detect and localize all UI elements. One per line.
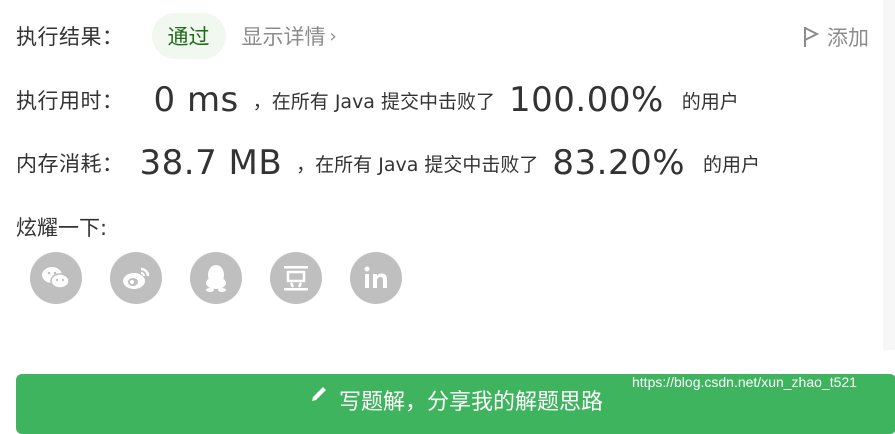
share-douban-button[interactable] (270, 252, 322, 304)
memory-value: 38.7 MB (139, 143, 283, 183)
status-badge: 通过 (151, 13, 226, 59)
memory-percent: 83.20% (552, 143, 686, 183)
runtime-label: 执行用时： (16, 89, 124, 113)
memory-suffix: 的用户 (703, 153, 761, 176)
share-icons (30, 252, 402, 304)
result-label: 执行结果： (16, 25, 124, 49)
flag-icon (804, 27, 819, 47)
write-solution-label: 写题解，分享我的解题思路 (338, 390, 603, 415)
add-note-button[interactable]: 添加 (803, 22, 869, 52)
pencil-icon (311, 387, 326, 401)
weibo-icon (123, 267, 150, 289)
share-linkedin-button[interactable] (350, 252, 402, 304)
share-row: 炫耀一下: (16, 212, 107, 242)
share-wechat-button[interactable] (30, 252, 82, 304)
share-label: 炫耀一下: (16, 216, 108, 240)
runtime-percent: 100.00% (509, 80, 664, 120)
douban-icon (284, 266, 308, 291)
qq-icon (206, 265, 226, 292)
wechat-icon (42, 267, 70, 289)
memory-row: 内存消耗： 38.7 MB ，在所有 Java 提交中击败了 83.20% 的用… (16, 143, 760, 183)
share-weibo-button[interactable] (110, 252, 162, 304)
chevron-right-icon: › (329, 25, 337, 47)
add-note-label: 添加 (827, 26, 869, 50)
show-details-link[interactable]: 显示详情 › (242, 21, 337, 51)
linkedin-icon (364, 266, 387, 288)
watermark-text: https://blog.csdn.net/xun_zhao_t521 (632, 374, 857, 390)
runtime-value: 0 ms (153, 80, 239, 120)
scrollbar-track[interactable] (883, 0, 895, 350)
show-details-label: 显示详情 (241, 25, 326, 49)
memory-prefix: ，在所有 Java 提交中击败了 (296, 153, 539, 176)
runtime-suffix: 的用户 (681, 90, 739, 113)
memory-label: 内存消耗： (16, 152, 124, 176)
runtime-row: 执行用时： 0 ms ，在所有 Java 提交中击败了 100.00% 的用户 (16, 80, 739, 120)
result-row: 执行结果： 通过 显示详情 › (16, 13, 337, 59)
runtime-prefix: ，在所有 Java 提交中击败了 (252, 90, 495, 113)
share-qq-button[interactable] (190, 252, 242, 304)
